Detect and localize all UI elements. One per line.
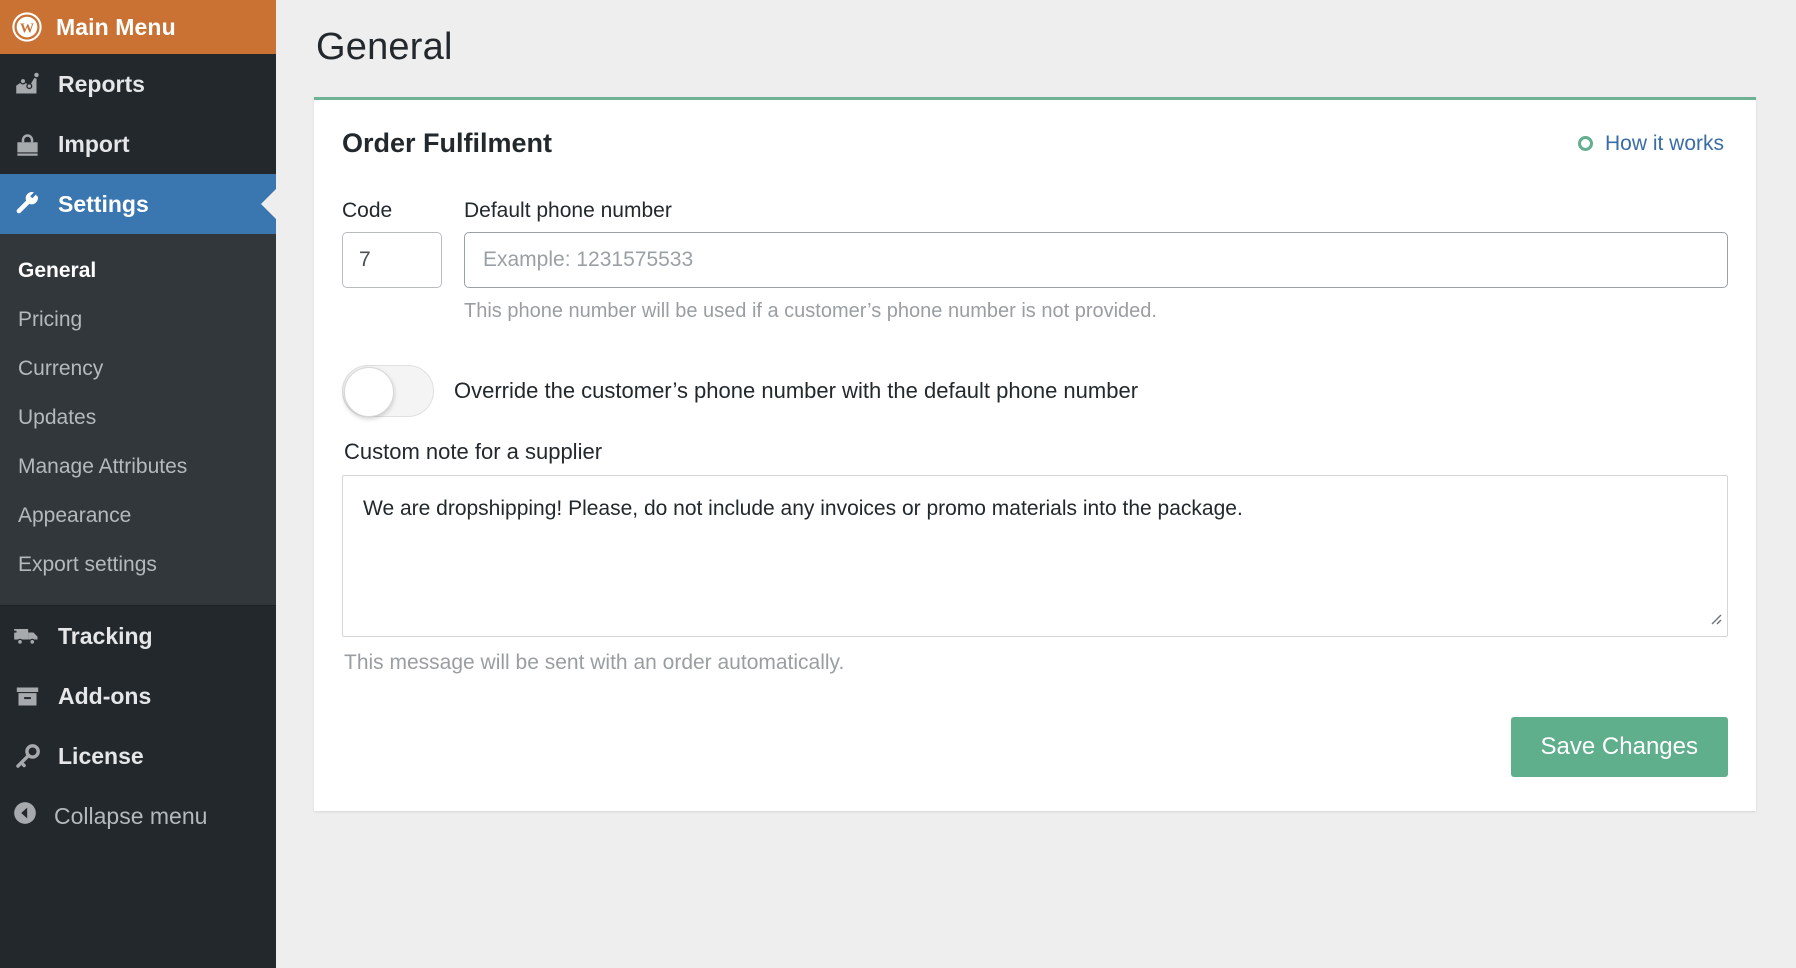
sidebar-header[interactable]: W Main Menu: [0, 0, 276, 54]
app-root: W Main Menu Reports Import Settings Gene…: [0, 0, 1796, 968]
custom-note-wrapper: We are dropshipping! Please, do not incl…: [342, 475, 1728, 637]
sidebar-subitem-updates[interactable]: Updates: [0, 393, 276, 442]
sidebar-subitem-appearance[interactable]: Appearance: [0, 491, 276, 540]
sidebar-item-label: Reports: [58, 70, 145, 97]
sidebar-item-import[interactable]: Import: [0, 114, 276, 174]
bag-icon: [12, 129, 42, 159]
card-header: Order Fulfilment How it works: [342, 128, 1728, 159]
sidebar-subitem-label: Currency: [18, 356, 104, 380]
settings-submenu: General Pricing Currency Updates Manage …: [0, 234, 276, 605]
field-labels-row: Code Default phone number: [342, 199, 1728, 223]
toggle-knob: [344, 367, 394, 417]
sidebar-subitem-manage-attributes[interactable]: Manage Attributes: [0, 442, 276, 491]
page-title: General: [316, 26, 453, 68]
sidebar-subitem-label: Export settings: [18, 552, 157, 576]
collapse-arrow-icon: [12, 800, 38, 832]
sidebar-item-add-ons[interactable]: Add-ons: [0, 666, 276, 726]
sidebar-subitem-export-settings[interactable]: Export settings: [0, 540, 276, 589]
wordpress-logo-icon: W: [12, 12, 42, 42]
key-icon: [12, 741, 42, 771]
sidebar-subitem-label: General: [18, 258, 97, 282]
sidebar-item-license[interactable]: License: [0, 726, 276, 786]
how-it-works-link[interactable]: How it works: [1577, 131, 1728, 156]
collapse-menu-label: Collapse menu: [54, 802, 208, 829]
main-content: General Order Fulfilment How it works Co…: [276, 0, 1796, 968]
custom-note-hint: This message will be sent with an order …: [344, 651, 845, 674]
phone-label: Default phone number: [464, 199, 672, 222]
order-fulfilment-card: Order Fulfilment How it works Code Defau…: [314, 97, 1756, 811]
sidebar-subitem-general[interactable]: General: [0, 246, 276, 295]
default-phone-input[interactable]: [464, 232, 1728, 288]
save-changes-button[interactable]: Save Changes: [1510, 717, 1728, 777]
override-toggle-label: Override the customer’s phone number wit…: [454, 378, 1139, 403]
sidebar-subitem-label: Updates: [18, 405, 97, 429]
phone-inputs-row: [342, 232, 1728, 288]
sidebar-subitem-label: Pricing: [18, 307, 83, 331]
custom-note-label: Custom note for a supplier: [344, 439, 603, 464]
circle-outline-icon: [1577, 136, 1593, 151]
card-actions: Save Changes: [342, 717, 1728, 777]
wrench-icon: [12, 189, 42, 219]
sidebar: W Main Menu Reports Import Settings Gene…: [0, 0, 276, 968]
box-icon: [12, 681, 42, 711]
sidebar-item-settings[interactable]: Settings: [0, 174, 276, 234]
sidebar-item-label: Add-ons: [58, 682, 152, 709]
sidebar-item-label: License: [58, 742, 144, 769]
svg-text:W: W: [20, 21, 34, 37]
sidebar-item-tracking[interactable]: Tracking: [0, 606, 276, 666]
override-toggle-row: Override the customer’s phone number wit…: [342, 365, 1728, 417]
code-input[interactable]: [342, 232, 442, 288]
sidebar-item-label: Settings: [58, 190, 149, 217]
sidebar-item-label: Import: [58, 130, 130, 157]
collapse-menu-button[interactable]: Collapse menu: [0, 786, 276, 846]
sidebar-item-reports[interactable]: Reports: [0, 54, 276, 114]
sidebar-item-label: Tracking: [58, 622, 153, 649]
sidebar-subitem-label: Appearance: [18, 503, 132, 527]
sidebar-subitem-label: Manage Attributes: [18, 454, 188, 478]
code-label: Code: [342, 199, 393, 222]
sidebar-subitem-pricing[interactable]: Pricing: [0, 295, 276, 344]
chart-icon: [12, 69, 42, 99]
how-it-works-label: How it works: [1604, 131, 1724, 155]
phone-hint: This phone number will be used if a cust…: [464, 300, 1157, 322]
truck-icon: [12, 621, 42, 651]
override-phone-toggle[interactable]: [342, 365, 434, 417]
custom-note-textarea[interactable]: We are dropshipping! Please, do not incl…: [342, 475, 1728, 637]
sidebar-subitem-currency[interactable]: Currency: [0, 344, 276, 393]
sidebar-header-label: Main Menu: [56, 13, 176, 40]
card-title: Order Fulfilment: [342, 128, 553, 158]
